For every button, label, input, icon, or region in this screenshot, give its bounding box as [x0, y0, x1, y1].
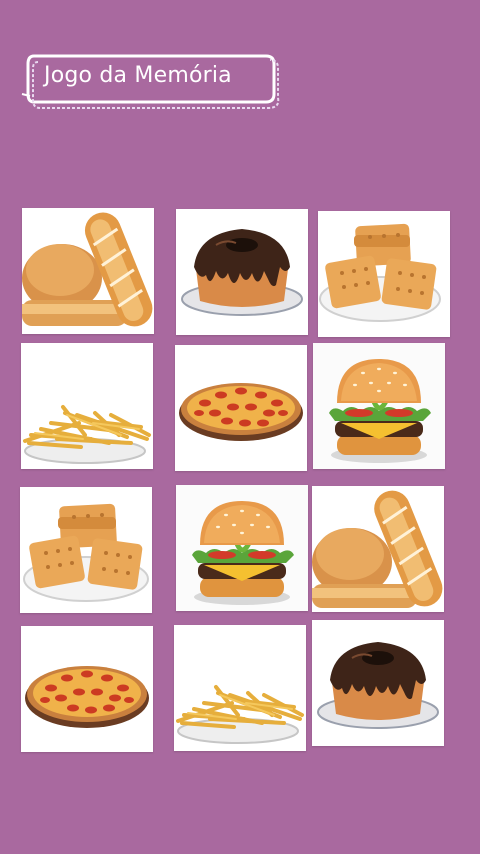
bundt-cake-icon [312, 620, 444, 746]
burger-icon [176, 485, 308, 611]
pizza-icon [21, 626, 153, 752]
card-bundt-cake[interactable] [176, 209, 308, 335]
fries-icon [21, 343, 153, 469]
card-bundt-cake[interactable] [312, 620, 444, 746]
card-crackers[interactable] [318, 211, 450, 337]
bundt-cake-icon [176, 209, 308, 335]
crackers-icon [318, 211, 450, 337]
card-fries[interactable] [174, 625, 306, 751]
bread-icon [22, 208, 154, 334]
card-burger[interactable] [313, 343, 445, 469]
card-crackers[interactable] [20, 487, 152, 613]
memory-board [0, 0, 480, 854]
bread-icon [312, 486, 444, 612]
burger-icon [313, 343, 445, 469]
card-bread[interactable] [312, 486, 444, 612]
card-bread[interactable] [22, 208, 154, 334]
pizza-icon [175, 345, 307, 471]
card-burger[interactable] [176, 485, 308, 611]
crackers-icon [20, 487, 152, 613]
card-fries[interactable] [21, 343, 153, 469]
fries-icon [174, 625, 306, 751]
card-pizza[interactable] [175, 345, 307, 471]
card-pizza[interactable] [21, 626, 153, 752]
